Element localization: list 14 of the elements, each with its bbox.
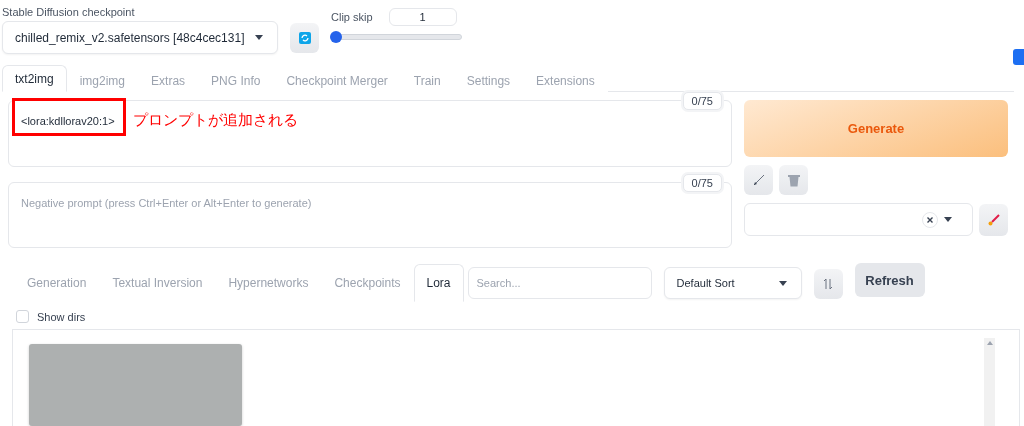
annotation-text: プロンプトが追加される: [133, 111, 298, 130]
checkpoint-dropdown[interactable]: chilled_remix_v2.safetensors [48c4cec131]: [2, 21, 278, 54]
tab[interactable]: Lora: [413, 264, 464, 302]
checkbox-label: Show dirs: [37, 310, 86, 323]
sort-dropdown[interactable]: Default Sort: [663, 267, 802, 299]
refresh-button[interactable]: Refresh: [854, 263, 925, 297]
generate-button[interactable]: Generate: [744, 100, 1008, 157]
search-field[interactable]: Search...: [467, 267, 652, 299]
token-counter: 0/75: [682, 174, 722, 192]
clip-skip-input[interactable]: 1: [388, 8, 457, 26]
token-counter: 0/75: [682, 92, 722, 110]
tab[interactable]: txt2img: [2, 65, 67, 92]
field-label: Clip skip: [331, 11, 373, 23]
field-label: Stable Diffusion checkpoint: [2, 6, 136, 18]
